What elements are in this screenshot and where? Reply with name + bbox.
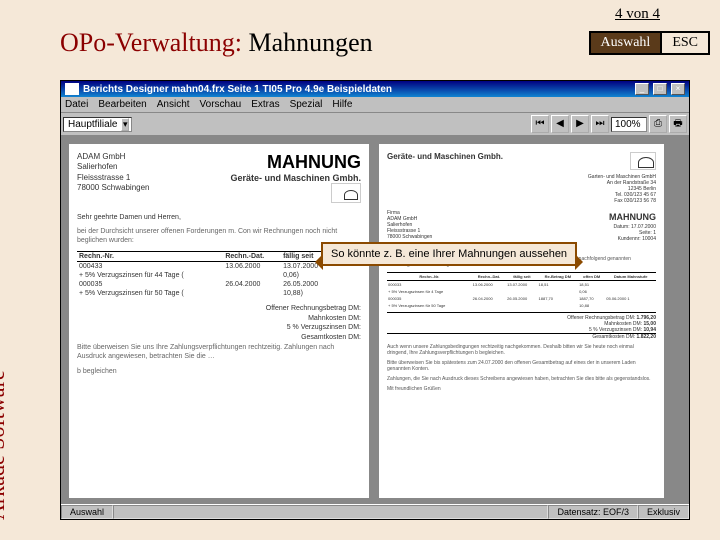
toolbar: Hauptfiliale ⏮ ◀ ▶ ⏭ 100% ⎙ 🖶 [61, 113, 689, 136]
sender-address: ADAM GmbH Salierhofen Fleissstrasse 1 78… [77, 152, 150, 194]
sum-line: Gesamtkosten DM: [77, 333, 361, 343]
sums: Offener Rechnungsbetrag DM: 1.796,20 Mah… [387, 312, 656, 340]
header: OPo-Verwaltung: Mahnungen Auswahl ESC [60, 28, 710, 58]
sum-line: Offener Rechnungsbetrag DM: [77, 304, 361, 314]
footer-text: Zahlungen, die Sie nach Ausdruck dieses … [387, 376, 656, 382]
footer-text-2: b begleichen [77, 367, 361, 376]
menu-hilfe[interactable]: Hilfe [332, 99, 352, 110]
company-address: Garten- und Maschinen GmbHAn der Randstr… [387, 174, 656, 204]
minimize-button[interactable]: _ [635, 83, 649, 95]
print-button[interactable]: 🖶 [669, 115, 687, 133]
table-row: + 5% Verzugszinsen für 4 Tage0,06 [387, 288, 656, 295]
company-logo-icon [331, 183, 361, 203]
company-logo-text: Geräte- und Maschinen Gmbh. [387, 152, 503, 161]
annotation-callout: So könnte z. B. eine Ihrer Mahnungen aus… [321, 242, 577, 266]
menu-datei[interactable]: Datei [65, 99, 88, 110]
menu-extras[interactable]: Extras [251, 99, 279, 110]
footer-text: Bitte überweisen Sie bis spätestens zum … [387, 360, 656, 372]
report-designer-window: Berichts Designer mahn04.frx Seite 1 TI0… [60, 80, 690, 520]
th: Rechn.-Nr. [77, 251, 223, 261]
page-title: OPo-Verwaltung: Mahnungen [60, 28, 373, 58]
table-row: + 5% Verzugszinsen für 50 Tage10,88 [387, 302, 656, 309]
menubar: Datei Bearbeiten Ansicht Vorschau Extras… [61, 97, 689, 113]
menu-bearbeiten[interactable]: Bearbeiten [98, 99, 146, 110]
esc-button[interactable]: ESC [662, 31, 710, 55]
footer-text: Auch wenn unsere Zahlungsbedingungen rec… [387, 344, 656, 356]
footer-text: Bitte überweisen Sie uns Ihre Zahlungsve… [77, 343, 361, 361]
mahnung-heading: MAHNUNG [230, 152, 361, 173]
window-title: Berichts Designer mahn04.frx Seite 1 TI0… [83, 84, 631, 95]
menu-ansicht[interactable]: Ansicht [157, 99, 190, 110]
last-page-button[interactable]: ⏭ [591, 115, 609, 133]
recipient-address: FirmaADAM GmbHSalierhofenFleissstrasse 1… [387, 210, 432, 242]
app-icon [65, 83, 79, 95]
sum-line: Mahnkosten DM: [77, 314, 361, 324]
preview-page-right: Geräte- und Maschinen Gmbh. Garten- und … [379, 144, 664, 498]
brand-sidebar: Arkade Software [0, 370, 10, 520]
invoice-table: Rechn.-Nr.Rechn.-Dat.fällig seitRe-Betra… [387, 272, 656, 309]
table-row: + 5% Verzugszinsen für 44 Tage (0,06) [77, 271, 361, 280]
greeting: Sehr geehrte Damen und Herren, [77, 214, 361, 221]
next-page-button[interactable]: ▶ [571, 115, 589, 133]
status-auswahl: Auswahl [61, 505, 113, 519]
closing: Mit freundlichen Grüßen [387, 386, 656, 392]
maximize-button[interactable]: □ [653, 83, 667, 95]
menu-spezial[interactable]: Spezial [290, 99, 323, 110]
th: Rechn.-Dat. [223, 251, 281, 261]
addr-line: ADAM GmbH [77, 152, 150, 162]
menu-vorschau[interactable]: Vorschau [200, 99, 242, 110]
auswahl-button[interactable]: Auswahl [589, 31, 663, 55]
prev-page-button[interactable]: ◀ [551, 115, 569, 133]
mahnung-heading: MAHNUNG [609, 212, 656, 222]
title-prefix: OPo-Verwaltung: [60, 28, 248, 57]
company-logo-icon [630, 152, 656, 170]
table-row: 00003526.04.200026.05.2000 [77, 280, 361, 289]
page-counter: 4 von 4 [615, 6, 660, 23]
status-mode: Exklusiv [638, 505, 689, 519]
table-row: + 5% Verzugszinsen für 50 Tage (10,88) [77, 289, 361, 298]
addr-line: Fleissstrasse 1 [77, 173, 150, 183]
table-row: 00003526.04.200026.05.20001887,701887,70… [387, 295, 656, 302]
title-main: Mahnungen [248, 28, 372, 57]
zoom-field[interactable]: 100% [611, 117, 647, 132]
addr-line: Salierhofen [77, 162, 150, 172]
header-buttons: Auswahl ESC [589, 31, 710, 55]
close-button[interactable]: × [671, 83, 685, 95]
sum-line: 5 % Verzugszinsen DM: [77, 323, 361, 333]
preview-page-left: ADAM GmbH Salierhofen Fleissstrasse 1 78… [69, 144, 369, 498]
company-logo-text: Geräte- und Maschinen Gmbh. [230, 173, 361, 183]
sums: Offener Rechnungsbetrag DM: Mahnkosten D… [77, 304, 361, 343]
body-text: bei der Durchsicht unserer offenen Forde… [77, 227, 361, 245]
doc-info: Datum: 17.07.2000Seite: 1Kundennr: 10004 [609, 224, 656, 242]
table-row: 00003313.06.200013.07.200018,5118,51 [387, 281, 656, 289]
preview-canvas: ADAM GmbH Salierhofen Fleissstrasse 1 78… [61, 136, 689, 506]
close-preview-button[interactable]: ⎙ [649, 115, 667, 133]
window-titlebar: Berichts Designer mahn04.frx Seite 1 TI0… [61, 81, 689, 97]
status-record: Datensatz: EOF/3 [548, 505, 638, 519]
statusbar: Auswahl Datensatz: EOF/3 Exklusiv [61, 504, 689, 519]
branch-dropdown[interactable]: Hauptfiliale [63, 117, 132, 132]
first-page-button[interactable]: ⏮ [531, 115, 549, 133]
addr-line: 78000 Schwabingen [77, 183, 150, 193]
